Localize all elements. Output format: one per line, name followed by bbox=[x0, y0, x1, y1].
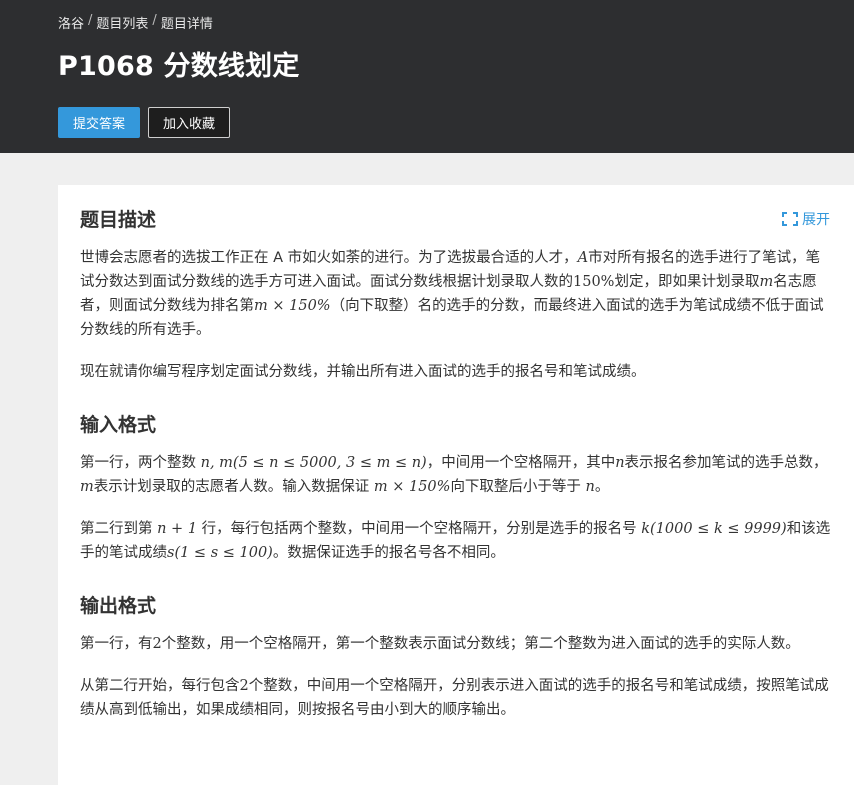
page-header: 洛谷 / 题目列表 / 题目详情 P1068 分数线划定 提交答案 加入收藏 bbox=[0, 0, 854, 153]
submit-answer-button[interactable]: 提交答案 bbox=[58, 107, 141, 138]
page-title: P1068 分数线划定 bbox=[58, 51, 300, 82]
action-buttons: 提交答案 加入收藏 bbox=[58, 107, 231, 138]
breadcrumb: 洛谷 / 题目列表 / 题目详情 bbox=[58, 13, 213, 32]
description-paragraph-1: 世博会志愿者的选拔工作正在 A 市如火如荼的进行。为了选拔最合适的人才，A市对所… bbox=[80, 250, 824, 338]
output-format-heading: 输出格式 bbox=[80, 595, 157, 617]
output-paragraph-1: 第一行，有2个整数，用一个空格隔开，第一个整数表示面试分数线；第二个整数为进入面… bbox=[80, 636, 800, 652]
breadcrumb-problem-list[interactable]: 题目列表 bbox=[96, 13, 148, 32]
input-paragraph-2: 第二行到第 n + 1 行，每行包括两个整数，中间用一个空格隔开，分别是选手的报… bbox=[80, 521, 831, 561]
breadcrumb-separator: / bbox=[152, 13, 157, 28]
section-input-format: 输入格式 第一行，两个整数 n, m(5 ≤ n ≤ 5000, 3 ≤ m ≤… bbox=[80, 410, 832, 565]
expand-label: 展开 bbox=[802, 212, 830, 228]
breadcrumb-home[interactable]: 洛谷 bbox=[58, 13, 84, 32]
breadcrumb-current: 题目详情 bbox=[160, 17, 213, 32]
section-output-format: 输出格式 第一行，有2个整数，用一个空格隔开，第一个整数表示面试分数线；第二个整… bbox=[80, 591, 832, 722]
input-format-heading: 输入格式 bbox=[80, 414, 157, 436]
expand-button[interactable]: 展开 bbox=[782, 209, 830, 229]
problem-card: 展开 题目描述 世博会志愿者的选拔工作正在 A 市如火如荼的进行。为了选拔最合适… bbox=[58, 185, 854, 785]
input-paragraph-1: 第一行，两个整数 n, m(5 ≤ n ≤ 5000, 3 ≤ m ≤ n)，中… bbox=[80, 455, 828, 495]
breadcrumb-separator: / bbox=[88, 13, 93, 28]
description-heading: 题目描述 bbox=[80, 209, 157, 231]
description-paragraph-2: 现在就请你编写程序划定面试分数线，并输出所有进入面试的选手的报名号和笔试成绩。 bbox=[80, 364, 646, 380]
output-paragraph-2: 从第二行开始，每行包含2个整数，中间用一个空格隔开，分别表示进入面试的选手的报名… bbox=[80, 678, 829, 718]
expand-icon bbox=[782, 212, 798, 226]
add-favorite-button[interactable]: 加入收藏 bbox=[148, 107, 231, 138]
section-description: 题目描述 世博会志愿者的选拔工作正在 A 市如火如荼的进行。为了选拔最合适的人才… bbox=[80, 205, 832, 384]
